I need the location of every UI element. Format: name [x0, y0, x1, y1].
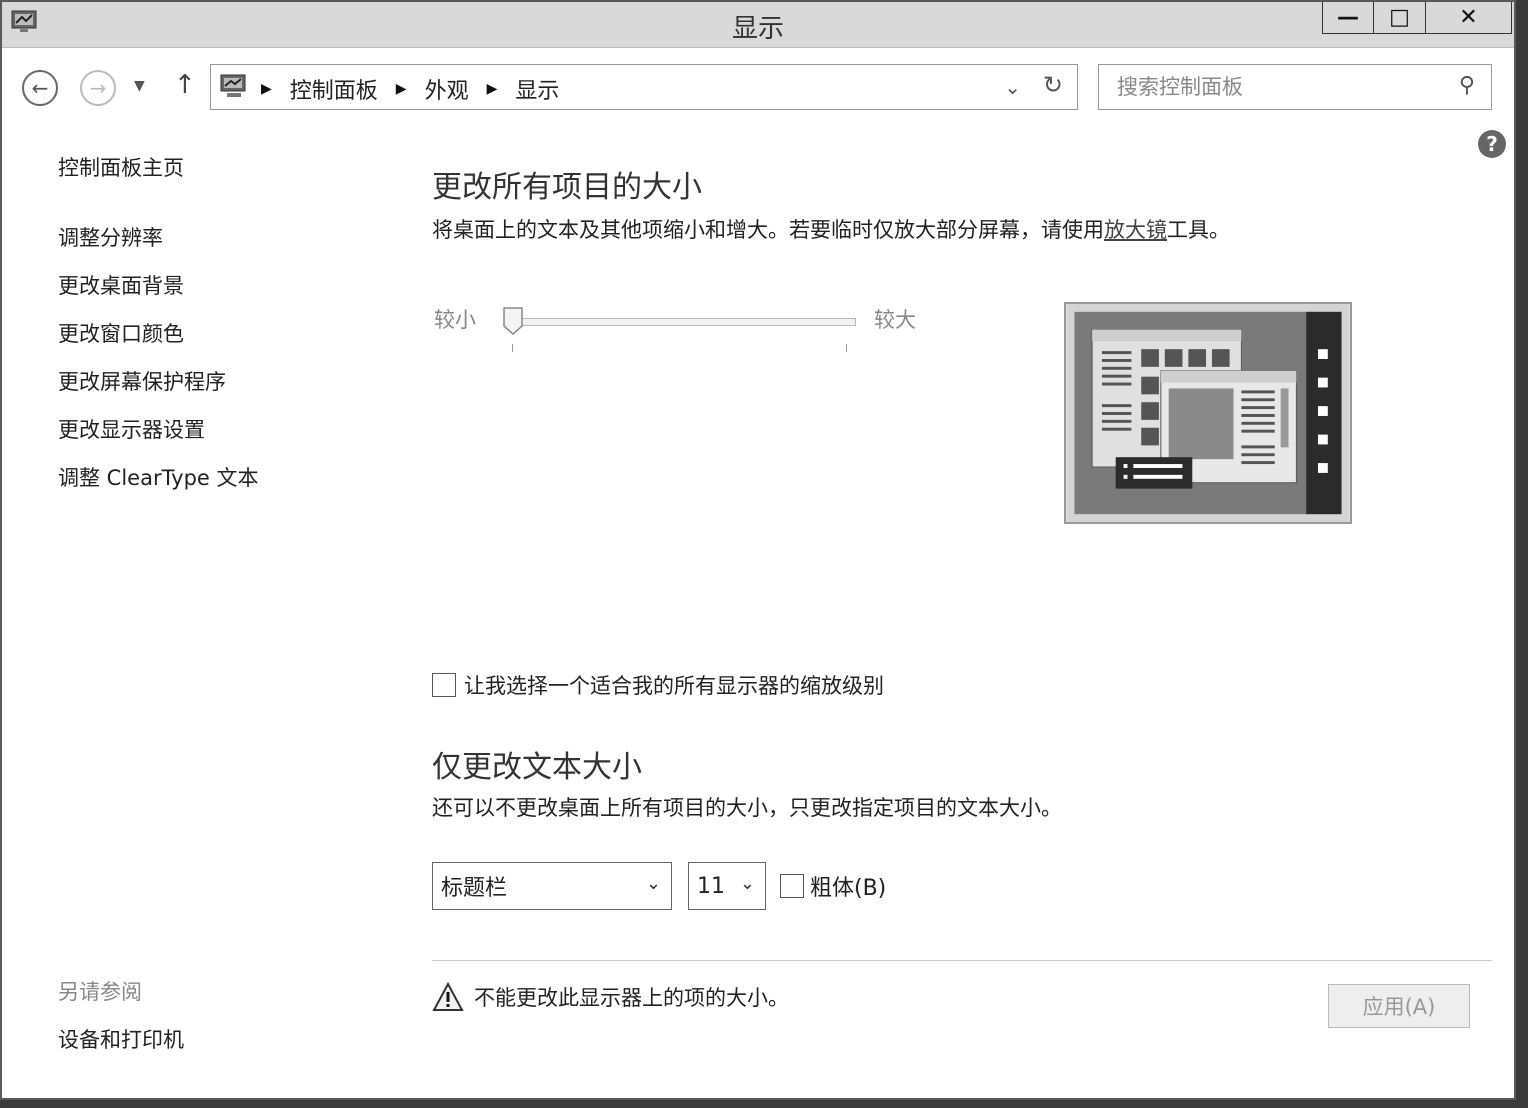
forward-button[interactable]: →	[80, 70, 116, 106]
item-select[interactable]: 标题栏 ⌄	[432, 862, 672, 910]
search-box[interactable]: ⚲	[1098, 64, 1492, 110]
close-icon: ✕	[1459, 5, 1478, 30]
item-select-value: 标题栏	[441, 876, 508, 901]
back-button[interactable]: ←	[22, 70, 58, 106]
minimize-icon: —	[1337, 5, 1359, 30]
breadcrumb-separator-icon[interactable]: ▶	[261, 81, 272, 97]
back-arrow-icon: ←	[31, 76, 49, 100]
sidebar-item-display-settings[interactable]: 更改显示器设置	[58, 414, 205, 444]
breadcrumb-appearance[interactable]: 外观	[425, 73, 469, 105]
size-slider-thumb[interactable]	[502, 306, 524, 336]
size-slider-track[interactable]	[512, 318, 856, 326]
breadcrumb-display[interactable]: 显示	[515, 73, 559, 105]
text-size-heading: 仅更改文本大小	[432, 750, 642, 785]
warning-message: 不能更改此显示器上的项的大小。	[432, 982, 789, 1012]
sidebar-item-adjust-resolution[interactable]: 调整分辨率	[58, 222, 163, 252]
sidebar-item-screen-saver[interactable]: 更改屏幕保护程序	[58, 366, 226, 396]
refresh-icon: ↻	[1042, 71, 1063, 99]
scale-level-label[interactable]: 让我选择一个适合我的所有显示器的缩放级别	[464, 670, 884, 700]
see-also-heading: 另请参阅	[58, 980, 142, 1004]
window-title: 显示	[731, 14, 784, 44]
sidebar-item-window-color[interactable]: 更改窗口颜色	[58, 318, 184, 348]
warning-text: 不能更改此显示器上的项的大小。	[474, 986, 789, 1010]
chevron-down-icon: ⌄	[645, 873, 661, 894]
warning-icon	[432, 982, 464, 1011]
sidebar-control-panel-home[interactable]: 控制面板主页	[58, 152, 184, 182]
slider-max-label: 较大	[874, 308, 916, 332]
refresh-button[interactable]: ↻	[1043, 71, 1063, 99]
font-size-select-value: 11	[697, 873, 725, 899]
bold-label[interactable]: 粗体(B)	[810, 870, 886, 902]
breadcrumb-separator-icon[interactable]: ▶	[396, 81, 407, 97]
resize-heading: 更改所有项目的大小	[432, 170, 702, 205]
address-history-dropdown[interactable]: ⌄	[1004, 75, 1021, 99]
forward-arrow-icon: →	[89, 76, 107, 100]
breadcrumb-separator-icon[interactable]: ▶	[487, 81, 498, 97]
title-bar[interactable]: 显示 — □ ✕	[2, 2, 1514, 48]
font-size-select[interactable]: 11 ⌄	[688, 862, 766, 910]
bold-checkbox[interactable]	[780, 874, 804, 898]
maximize-icon: □	[1389, 5, 1410, 30]
scale-level-option[interactable]: 让我选择一个适合我的所有显示器的缩放级别	[432, 670, 884, 700]
resize-description: 将桌面上的文本及其他项缩小和增大。若要临时仅放大部分屏幕，请使用放大镜工具。	[432, 218, 1230, 242]
chevron-down-icon: ⌄	[739, 873, 755, 894]
maximize-button[interactable]: □	[1374, 2, 1426, 34]
up-arrow-icon: ↑	[174, 70, 196, 100]
search-icon[interactable]: ⚲	[1459, 73, 1475, 98]
slider-min-label: 较小	[434, 308, 476, 332]
display-preview-image	[1064, 302, 1352, 524]
chevron-down-icon: ▼	[134, 78, 145, 94]
sidebar-item-devices-printers[interactable]: 设备和打印机	[58, 1024, 184, 1054]
recent-locations-dropdown[interactable]: ▼	[134, 78, 145, 94]
sidebar-item-desktop-background[interactable]: 更改桌面背景	[58, 270, 184, 300]
help-icon[interactable]: ?	[1478, 130, 1506, 158]
navigation-bar: ← → ▼ ↑ ▶ 控制面板 ▶ 外观 ▶ 显示 ⌄ ↻ ⚲	[2, 50, 1514, 122]
magnifier-link[interactable]: 放大镜	[1104, 218, 1167, 242]
sidebar-item-cleartype[interactable]: 调整 ClearType 文本	[58, 462, 259, 492]
up-button[interactable]: ↑	[174, 70, 196, 100]
text-size-description: 还可以不更改桌面上所有项目的大小，只更改指定项目的文本大小。	[432, 796, 1062, 820]
chevron-down-icon: ⌄	[1004, 75, 1021, 99]
control-panel-window: 显示 — □ ✕ ← → ▼ ↑ ▶ 控制面板 ▶ 外观 ▶ 显示 ⌄ ↻ 搜索…	[0, 0, 1516, 1100]
section-divider	[432, 960, 1492, 961]
apply-button[interactable]: 应用(A)	[1328, 984, 1470, 1028]
search-input[interactable]	[1117, 73, 1437, 101]
breadcrumb-control-panel[interactable]: 控制面板	[290, 73, 378, 105]
slider-tick	[846, 344, 847, 352]
control-panel-icon	[220, 74, 246, 97]
bold-option[interactable]: 粗体(B)	[780, 870, 886, 902]
scale-level-checkbox[interactable]	[432, 673, 456, 697]
close-button[interactable]: ✕	[1426, 2, 1512, 34]
slider-tick	[512, 344, 513, 352]
address-bar[interactable]: ▶ 控制面板 ▶ 外观 ▶ 显示 ⌄ ↻	[210, 64, 1078, 110]
minimize-button[interactable]: —	[1322, 2, 1374, 34]
